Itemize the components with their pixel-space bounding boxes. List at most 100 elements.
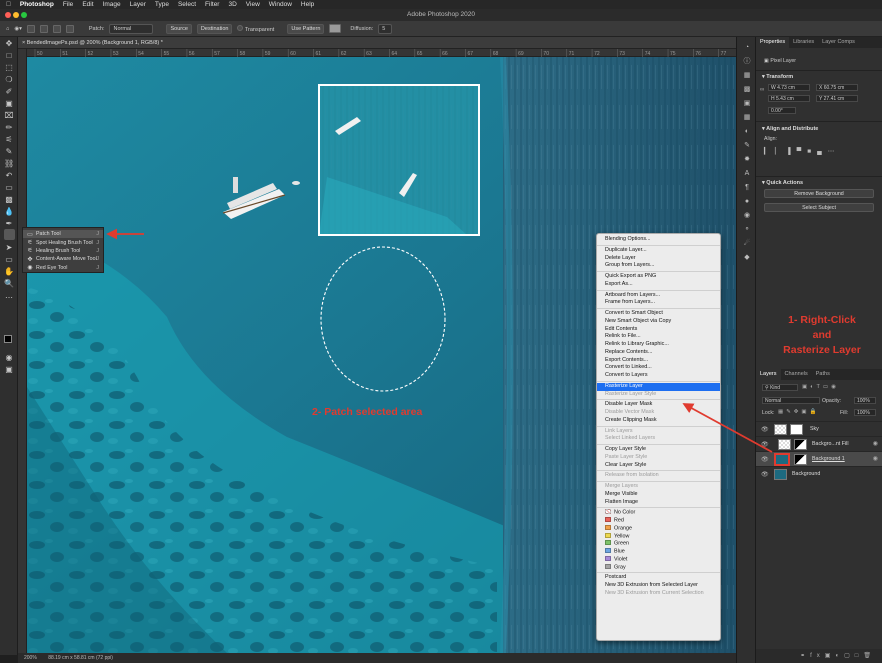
visibility-eye-icon[interactable]: 👁 [761, 456, 769, 463]
visibility-eye-icon[interactable]: 👁 [761, 441, 769, 448]
clone-stamp-tool-icon[interactable]: ⛓ [4, 159, 14, 169]
layer-filter-kind[interactable]: ⚲ Kind [762, 384, 798, 391]
minimize-window-icon[interactable] [13, 12, 19, 18]
source-button[interactable]: Source [166, 23, 192, 34]
home-icon[interactable]: ⌂ [6, 26, 9, 32]
menu-item-export-contents[interactable]: Export Contents... [597, 357, 720, 365]
tab-layer-comps[interactable]: Layer Comps [818, 37, 859, 48]
glyphs-icon[interactable]: ● [742, 197, 752, 207]
menu-item-red[interactable]: Red [597, 517, 720, 525]
menu-item-orange[interactable]: Orange [597, 524, 720, 533]
menu-item-flatten-image[interactable]: Flatten Image [597, 499, 720, 507]
tab-layers[interactable]: Layers [756, 369, 781, 380]
history-icon[interactable]: ◔ [742, 43, 752, 53]
info-icon[interactable]: ⓘ [742, 57, 752, 67]
move-tool-icon[interactable]: ✥ [4, 39, 14, 49]
menu-select[interactable]: Select [178, 1, 196, 8]
menu-item-rasterize-layer[interactable]: Rasterize Layer [597, 382, 720, 391]
menu-item-gray[interactable]: Gray [597, 563, 720, 572]
menu-item-yellow[interactable]: Yellow [597, 532, 720, 541]
height-field[interactable]: H 5.43 cm [768, 95, 810, 102]
transparent-checkbox[interactable]: Transparent [237, 24, 274, 33]
zoom-level[interactable]: 200% [24, 655, 37, 661]
paragraph-icon[interactable]: ¶ [742, 183, 752, 193]
width-field[interactable]: W 4.73 cm [768, 84, 810, 91]
patch-mode-select[interactable]: Normal [109, 23, 154, 34]
select-subject-button[interactable]: Select Subject [764, 203, 874, 212]
menu-item-quick-export-as-png[interactable]: Quick Export as PNG [597, 273, 720, 281]
paths-icon[interactable]: ⚬ [742, 225, 752, 235]
link-dimensions-icon[interactable]: ∞ [760, 87, 764, 93]
align-title[interactable]: ▾ Align and Distribute [756, 123, 824, 135]
tab-libraries[interactable]: Libraries [789, 37, 818, 48]
layer-row-background-1[interactable]: 👁 Background 1 ◉ [756, 451, 882, 466]
visibility-eye-icon[interactable]: 👁 [761, 426, 769, 433]
menu-item-new-3d-extrusion-from-selected-layer[interactable]: New 3D Extrusion from Selected Layer [597, 582, 720, 590]
zoom-tool-icon[interactable]: 🔍 [4, 279, 14, 289]
character-icon[interactable]: A [742, 169, 752, 179]
color-icon[interactable]: ▦ [742, 71, 752, 81]
menu-item-merge-visible[interactable]: Merge Visible [597, 491, 720, 499]
diffusion-input[interactable]: 5 [378, 23, 393, 34]
gradients-icon[interactable]: ▣ [742, 99, 752, 109]
use-pattern-button[interactable]: Use Pattern [287, 23, 325, 34]
document-tab[interactable]: × BendedImagePs.psd @ 200% (Background 1… [18, 37, 736, 49]
brush-tool-icon[interactable]: ✎ [4, 147, 14, 157]
swatches-icon[interactable]: ▩ [742, 85, 752, 95]
document-info[interactable]: 88.19 cm x 58.81 cm (72 ppi) [48, 655, 113, 661]
menu-item-blending-options[interactable]: Blending Options... [597, 236, 720, 244]
flyout-content-aware-move-tool[interactable]: ✥ Content-Aware Move Tool J [23, 255, 103, 263]
layer-row-background-fill[interactable]: 👁 Backgro...nt Fill ◉ [756, 436, 882, 451]
tab-paths[interactable]: Paths [812, 369, 834, 380]
menu-item-relink-to-file[interactable]: Relink to File... [597, 333, 720, 341]
menu-layer[interactable]: Layer [130, 1, 146, 8]
quick-mask-icon[interactable]: ◉ [4, 353, 14, 363]
layer-filter-icons[interactable]: ▣◐T▭◉ [802, 384, 839, 390]
lasso-tool-icon[interactable]: ❍ [4, 75, 14, 85]
hand-tool-icon[interactable]: ✋ [4, 267, 14, 277]
close-tab-icon[interactable]: × [22, 40, 25, 46]
menu-item-group-from-layers[interactable]: Group from Layers... [597, 262, 720, 270]
menu-item-replace-contents[interactable]: Replace Contents... [597, 349, 720, 357]
menu-image[interactable]: Image [103, 1, 121, 8]
path-selection-tool-icon[interactable]: ➤ [4, 243, 14, 253]
blur-tool-icon[interactable]: 💧 [4, 207, 14, 217]
remove-background-button[interactable]: Remove Background [764, 189, 874, 198]
menu-item-duplicate-layer[interactable]: Duplicate Layer... [597, 247, 720, 255]
menu-view[interactable]: View [246, 1, 260, 8]
eraser-tool-icon[interactable]: ▭ [4, 183, 14, 193]
screen-mode-icon[interactable]: ▣ [4, 365, 14, 375]
menu-file[interactable]: File [63, 1, 73, 8]
crop-tool-icon[interactable]: ▣ [4, 99, 14, 109]
frame-tool-icon[interactable]: ⌧ [4, 111, 14, 121]
flyout-patch-tool[interactable]: ▭ Patch Tool J [23, 230, 103, 239]
visibility-eye-icon[interactable]: 👁 [761, 471, 769, 478]
quick-selection-tool-icon[interactable]: ✐ [4, 87, 14, 97]
menu-item-convert-to-smart-object[interactable]: Convert to Smart Object [597, 310, 720, 318]
menu-type[interactable]: Type [155, 1, 169, 8]
menu-help[interactable]: Help [301, 1, 314, 8]
lock-icons[interactable]: ▦✎✥▣🔒 [778, 409, 819, 415]
menu-item-no-color[interactable]: No Color [597, 509, 720, 517]
styles-icon[interactable]: ✸ [742, 155, 752, 165]
menu-item-delete-layer[interactable]: Delete Layer [597, 255, 720, 263]
menu-item-clear-layer-style[interactable]: Clear Layer Style [597, 462, 720, 470]
menu-item-disable-layer-mask[interactable]: Disable Layer Mask [597, 401, 720, 409]
apple-icon[interactable]:  [6, 1, 11, 8]
spot-healing-tool-icon[interactable]: ⚟ [4, 135, 14, 145]
menu-item-convert-to-linked[interactable]: Convert to Linked... [597, 364, 720, 372]
foreground-color-swatch[interactable] [4, 335, 12, 343]
destination-button[interactable]: Destination [196, 23, 233, 34]
tab-channels[interactable]: Channels [781, 369, 812, 380]
menu-item-copy-layer-style[interactable]: Copy Layer Style [597, 446, 720, 454]
add-selection-icon[interactable] [39, 24, 48, 33]
new-selection-icon[interactable] [26, 24, 35, 33]
marquee-tool-icon[interactable]: ⬚ [4, 63, 14, 73]
quick-actions-title[interactable]: ▾ Quick Actions [756, 177, 809, 189]
layer-row-sky[interactable]: 👁 Sky [756, 421, 882, 436]
subtract-selection-icon[interactable] [52, 24, 61, 33]
intersect-selection-icon[interactable] [65, 24, 74, 33]
flyout-red-eye-tool[interactable]: ◉ Red Eye Tool J [23, 264, 103, 272]
menu-3d[interactable]: 3D [228, 1, 236, 8]
flyout-healing-brush-tool[interactable]: ⚟ Healing Brush Tool J [23, 247, 103, 255]
